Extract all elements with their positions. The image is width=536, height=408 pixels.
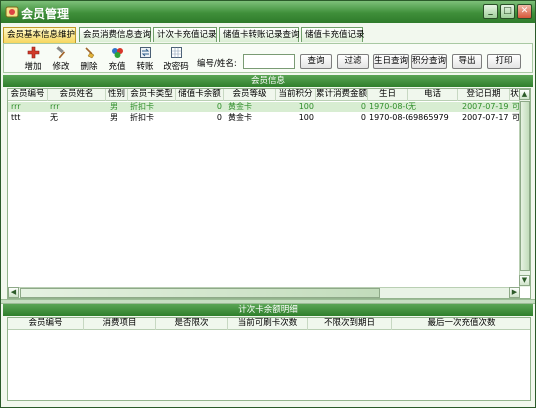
col-cc-member-id[interactable]: 会员编号	[8, 318, 84, 330]
col-total-spent[interactable]: 累计消费金额	[316, 89, 368, 101]
transfer-label: 转账	[136, 62, 154, 72]
cell-total-spent: 0	[360, 102, 366, 111]
table-row[interactable]: rrr rrr 男 折扣卡 0 黄金卡 100 0 1970-08-0 无 20…	[8, 102, 520, 112]
col-card-type[interactable]: 会员卡类型	[128, 89, 176, 101]
add-button[interactable]: 增加	[20, 46, 46, 72]
delete-button[interactable]: 删除	[76, 46, 102, 72]
tab-member-basic-info[interactable]: 会员基本信息维护	[3, 27, 76, 43]
cell-birthday: 1970-08-0	[369, 102, 408, 111]
close-button[interactable]: ✕	[517, 4, 532, 19]
transfer-icon	[139, 47, 151, 58]
transfer-button[interactable]: 转账	[132, 46, 158, 72]
search-input[interactable]	[243, 54, 295, 69]
scroll-right-button[interactable]: ▶	[509, 287, 520, 298]
edit-label: 修改	[52, 62, 70, 72]
recharge-icon	[111, 48, 123, 58]
cell-member-id: rrr	[11, 102, 21, 111]
cell-register-date: 2007-07-19	[462, 102, 509, 111]
vertical-scrollbar[interactable]: ▲ ▼	[519, 89, 530, 287]
cell-gender: 男	[110, 102, 118, 111]
count-card-header: 计次卡余额明细	[3, 304, 533, 316]
recharge-label: 充值	[108, 62, 126, 72]
tab-stored-card-recharge[interactable]: 储值卡充值记录	[301, 27, 365, 42]
col-gender[interactable]: 性别	[106, 89, 128, 101]
cell-member-level: 黄金卡	[228, 102, 252, 111]
col-cc-last-recharge[interactable]: 最后一次充值次数	[392, 318, 530, 330]
window-title: 会员管理	[21, 7, 70, 21]
print-button[interactable]: 打印	[487, 54, 521, 69]
cell-total-spent: 0	[360, 113, 366, 122]
add-icon	[27, 46, 39, 59]
col-member-level[interactable]: 会员等级	[224, 89, 276, 101]
filter-button[interactable]: 过滤	[337, 54, 369, 69]
col-member-id[interactable]: 会员编号	[8, 89, 48, 101]
cell-card-type: 折扣卡	[130, 102, 154, 111]
hammer-icon	[55, 46, 65, 59]
birthday-query-button[interactable]: 生日查询	[373, 54, 409, 69]
add-label: 增加	[24, 62, 42, 72]
col-current-points[interactable]: 当前积分	[276, 89, 316, 101]
horizontal-scrollbar[interactable]: ◀ ▶	[8, 287, 520, 298]
cell-member-level: 黄金卡	[228, 113, 252, 122]
key-grid-icon	[170, 47, 182, 58]
cell-card-type: 折扣卡	[130, 113, 154, 122]
toolbar: 增加 修改 删除 充值 转账 改密码 编号/姓名: 查询 过滤 生日查询 积分查…	[3, 43, 533, 73]
count-card-table-header: 会员编号 消费项目 是否限次 当前可刷卡次数 不限次到期日 最后一次充值次数	[8, 318, 530, 330]
col-cc-limited[interactable]: 是否限次	[156, 318, 228, 330]
cell-current-points: 100	[298, 102, 314, 111]
col-member-name[interactable]: 会员姓名	[48, 89, 106, 101]
cell-phone: 无	[408, 102, 416, 111]
app-icon	[5, 6, 19, 18]
scroll-up-button[interactable]: ▲	[519, 89, 530, 100]
count-card-table: 会员编号 消费项目 是否限次 当前可刷卡次数 不限次到期日 最后一次充值次数	[7, 317, 531, 401]
change-password-button[interactable]: 改密码	[161, 46, 191, 72]
cell-register-date: 2007-07-17	[462, 113, 509, 122]
col-register-date[interactable]: 登记日期	[458, 89, 510, 101]
title-bar[interactable]: 会员管理 _ □ ✕	[1, 1, 535, 23]
points-query-button[interactable]: 积分查询	[411, 54, 447, 69]
col-phone[interactable]: 电话	[408, 89, 458, 101]
col-stored-balance[interactable]: 储值卡余额	[176, 89, 224, 101]
col-cc-item[interactable]: 消费项目	[84, 318, 156, 330]
cell-current-points: 100	[298, 113, 314, 122]
col-cc-remaining[interactable]: 当前可刷卡次数	[228, 318, 308, 330]
maximize-button[interactable]: □	[500, 4, 515, 19]
cell-phone: 69865979	[408, 113, 449, 122]
scroll-left-button[interactable]: ◀	[8, 287, 19, 298]
search-label: 编号/姓名:	[197, 59, 237, 69]
export-button[interactable]: 导出	[452, 54, 482, 69]
scroll-down-button[interactable]: ▼	[519, 275, 530, 286]
cell-member-name: 无	[50, 113, 58, 122]
broom-icon	[84, 47, 94, 59]
member-management-window: 会员管理 _ □ ✕ 会员基本信息维护 会员消费信息查询 计次卡充值记录 储值卡…	[0, 0, 536, 408]
table-row[interactable]: ttt 无 男 折扣卡 0 黄金卡 100 0 1970-08-0 698659…	[8, 113, 520, 123]
tab-count-card-recharge[interactable]: 计次卡充值记录	[153, 27, 217, 42]
member-table-header: 会员编号 会员姓名 性别 会员卡类型 储值卡余额 会员等级 当前积分 累计消费金…	[8, 89, 520, 101]
tab-stored-card-transfer[interactable]: 储值卡转账记录查询	[219, 27, 300, 42]
change-password-label: 改密码	[163, 62, 189, 72]
tab-consumption-query[interactable]: 会员消费信息查询	[79, 27, 151, 42]
cell-stored-balance: 0	[216, 102, 222, 111]
delete-label: 删除	[80, 62, 98, 72]
cell-birthday: 1970-08-0	[369, 113, 408, 122]
edit-button[interactable]: 修改	[48, 46, 74, 72]
member-table: 会员编号 会员姓名 性别 会员卡类型 储值卡余额 会员等级 当前积分 累计消费金…	[7, 88, 531, 299]
vertical-scroll-thumb[interactable]	[520, 101, 530, 271]
minimize-button[interactable]: _	[483, 4, 498, 19]
recharge-button[interactable]: 充值	[104, 46, 130, 72]
cell-member-name: rrr	[50, 102, 60, 111]
col-cc-expiry[interactable]: 不限次到期日	[308, 318, 392, 330]
col-birthday[interactable]: 生日	[368, 89, 408, 101]
cell-member-id: ttt	[11, 113, 21, 122]
cell-stored-balance: 0	[216, 113, 222, 122]
member-info-header: 会员信息	[3, 75, 533, 87]
query-button[interactable]: 查询	[300, 54, 332, 69]
cell-gender: 男	[110, 113, 118, 122]
horizontal-scroll-thumb[interactable]	[20, 288, 380, 298]
